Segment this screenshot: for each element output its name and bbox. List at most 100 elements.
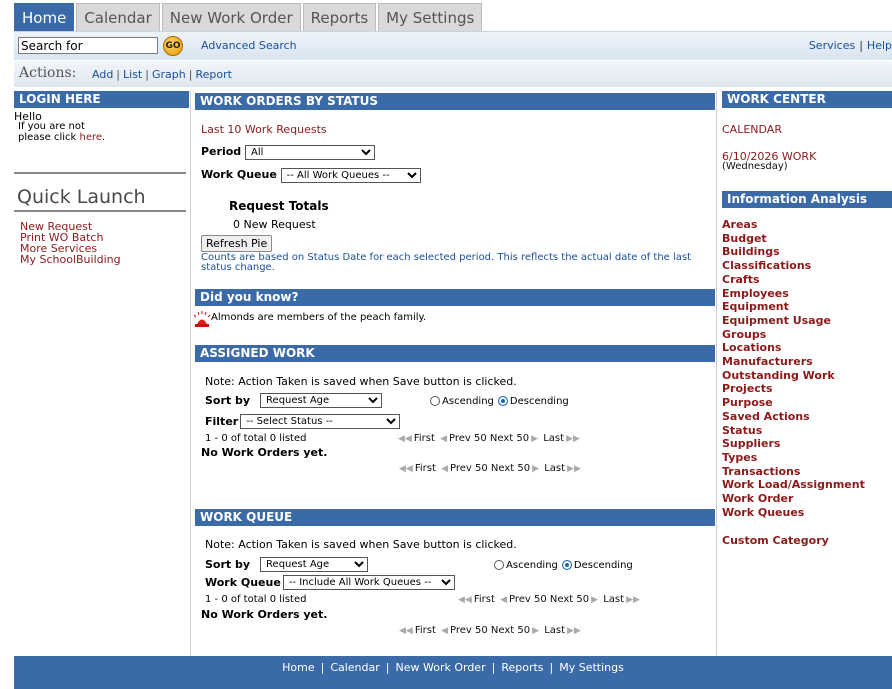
help-link[interactable]: Help — [867, 39, 892, 52]
queue-descending-label: Descending — [573, 560, 633, 571]
divider — [14, 210, 186, 212]
ia-item-manufacturers[interactable]: Manufacturers — [722, 355, 865, 369]
ia-item-work-order[interactable]: Work Order — [722, 492, 865, 506]
queue-sort-row: Sort by Request Age Ascending Descending — [205, 557, 633, 572]
first-link[interactable]: First — [415, 625, 436, 636]
footer-new-work-order-link[interactable]: New Work Order — [396, 661, 486, 674]
next-arrow-icon: ▶ — [532, 464, 540, 474]
search-input[interactable] — [18, 37, 158, 54]
login-line-2: please click here. — [18, 132, 105, 143]
first-link[interactable]: First — [415, 463, 436, 474]
ia-item-saved-actions[interactable]: Saved Actions — [722, 410, 865, 424]
queue-sort-select[interactable]: Request Age — [260, 557, 369, 572]
ia-item-locations[interactable]: Locations — [722, 341, 865, 355]
ia-item-equipment[interactable]: Equipment — [722, 300, 865, 314]
report-link[interactable]: Report — [195, 68, 231, 81]
work-center-header: WORK CENTER — [722, 91, 892, 108]
tab-new-work-order[interactable]: New Work Order — [161, 3, 301, 31]
last-link[interactable]: Last — [544, 625, 565, 636]
last-link[interactable]: Last — [544, 463, 565, 474]
first-link[interactable]: First — [414, 433, 435, 444]
add-link[interactable]: Add — [92, 68, 113, 81]
ia-item-classifications[interactable]: Classifications — [722, 259, 865, 273]
graph-link[interactable]: Graph — [152, 68, 186, 81]
work-queue-select[interactable]: -- All Work Queues -- — [280, 168, 421, 183]
ia-item-areas[interactable]: Areas — [722, 218, 865, 232]
quick-launch-my-schoolbuilding[interactable]: My SchoolBuilding — [20, 254, 121, 265]
assigned-sort-select[interactable]: Request Age — [260, 393, 383, 408]
next-link[interactable]: Next 50 — [550, 594, 589, 605]
quick-launch-title: Quick Launch — [17, 186, 146, 208]
last-10-work-requests-link[interactable]: Last 10 Work Requests — [201, 123, 327, 136]
queue-empty-message: No Work Orders yet. — [201, 608, 328, 621]
radio-icon — [494, 560, 505, 570]
login-here-link[interactable]: here — [79, 132, 102, 143]
last-link[interactable]: Last — [543, 433, 564, 444]
prev-link[interactable]: Prev 50 — [450, 463, 488, 474]
footer-my-settings-link[interactable]: My Settings — [559, 661, 624, 674]
last-link[interactable]: Last — [603, 594, 624, 605]
period-select[interactable]: All — [245, 145, 375, 160]
ia-item-buildings[interactable]: Buildings — [722, 245, 865, 259]
last-arrow-icon: ▶▶ — [567, 464, 581, 474]
ia-item-projects[interactable]: Projects — [722, 382, 865, 396]
actions-label: Actions: — [19, 65, 77, 81]
top-right-links: Services | Help — [808, 39, 892, 52]
ia-item-crafts[interactable]: Crafts — [722, 273, 865, 287]
queue-pager-top: ◀◀ First ◀ Prev 50 Next 50 ▶ Last ▶▶ — [456, 594, 642, 605]
ia-item-employees[interactable]: Employees — [722, 287, 865, 301]
next-link[interactable]: Next 50 — [490, 433, 529, 444]
ia-item-transactions[interactable]: Transactions — [722, 465, 865, 479]
queue-descending-radio[interactable]: Descending — [561, 558, 633, 571]
last-arrow-icon: ▶▶ — [567, 626, 581, 636]
assigned-ascending-radio[interactable]: Ascending — [430, 394, 494, 407]
work-date[interactable]: 6/10/2026 WORK (Wednesday) — [722, 151, 816, 172]
tab-calendar[interactable]: Calendar — [76, 3, 160, 31]
first-link[interactable]: First — [474, 594, 495, 605]
right-column: WORK CENTER CALENDAR 6/10/2026 WORK (Wed… — [718, 91, 892, 656]
last-arrow-icon: ▶▶ — [566, 434, 580, 444]
prev-link[interactable]: Prev 50 — [450, 625, 488, 636]
main-tabs: Home Calendar New Work Order Reports My … — [14, 3, 484, 31]
refresh-pie-button[interactable]: Refresh Pie — [201, 235, 273, 252]
advanced-search-link[interactable]: Advanced Search — [201, 39, 297, 52]
assigned-descending-radio[interactable]: Descending — [497, 394, 569, 407]
footer-reports-link[interactable]: Reports — [501, 661, 543, 674]
ia-item-types[interactable]: Types — [722, 451, 865, 465]
queue-sort-label: Sort by — [205, 558, 251, 571]
assigned-filter-row: Filter -- Select Status -- — [205, 414, 401, 429]
alarm-light-icon — [193, 311, 211, 327]
go-button[interactable]: GO — [163, 36, 183, 56]
assigned-filter-select[interactable]: -- Select Status -- — [240, 414, 401, 429]
prev-link[interactable]: Prev 50 — [509, 594, 547, 605]
footer-calendar-link[interactable]: Calendar — [330, 661, 379, 674]
prev-link[interactable]: Prev 50 — [449, 433, 487, 444]
assigned-filter-label: Filter — [205, 415, 239, 428]
actions-bar: Actions: Add | List | Graph | Report — [14, 61, 892, 87]
first-arrow-icon: ◀◀ — [458, 595, 472, 605]
ia-item-status[interactable]: Status — [722, 424, 865, 438]
calendar-link[interactable]: CALENDAR — [722, 123, 782, 136]
queue-workqueue-label: Work Queue — [205, 576, 281, 589]
ia-item-purpose[interactable]: Purpose — [722, 396, 865, 410]
services-link[interactable]: Services — [809, 39, 855, 52]
ia-item-suppliers[interactable]: Suppliers — [722, 437, 865, 451]
next-link[interactable]: Next 50 — [491, 625, 530, 636]
ia-item-work-load-assignment[interactable]: Work Load/Assignment — [722, 478, 865, 492]
list-link[interactable]: List — [123, 68, 142, 81]
assigned-pager-bottom: ◀◀ First ◀ Prev 50 Next 50 ▶ Last ▶▶ — [397, 463, 583, 474]
ia-item-groups[interactable]: Groups — [722, 328, 865, 342]
tab-reports[interactable]: Reports — [302, 3, 377, 31]
ia-item-budget[interactable]: Budget — [722, 232, 865, 246]
queue-note: Note: Action Taken is saved when Save bu… — [205, 538, 517, 551]
tab-my-settings[interactable]: My Settings — [378, 3, 483, 31]
ia-item-work-queues[interactable]: Work Queues — [722, 506, 865, 520]
next-link[interactable]: Next 50 — [491, 463, 530, 474]
footer-home-link[interactable]: Home — [282, 661, 314, 674]
ia-item-outstanding-work[interactable]: Outstanding Work — [722, 369, 865, 383]
tab-home[interactable]: Home — [14, 3, 75, 31]
queue-ascending-radio[interactable]: Ascending — [494, 558, 558, 571]
ia-item-equipment-usage[interactable]: Equipment Usage — [722, 314, 865, 328]
custom-category-link[interactable]: Custom Category — [722, 534, 829, 547]
queue-workqueue-select[interactable]: -- Include All Work Queues -- — [282, 575, 455, 590]
